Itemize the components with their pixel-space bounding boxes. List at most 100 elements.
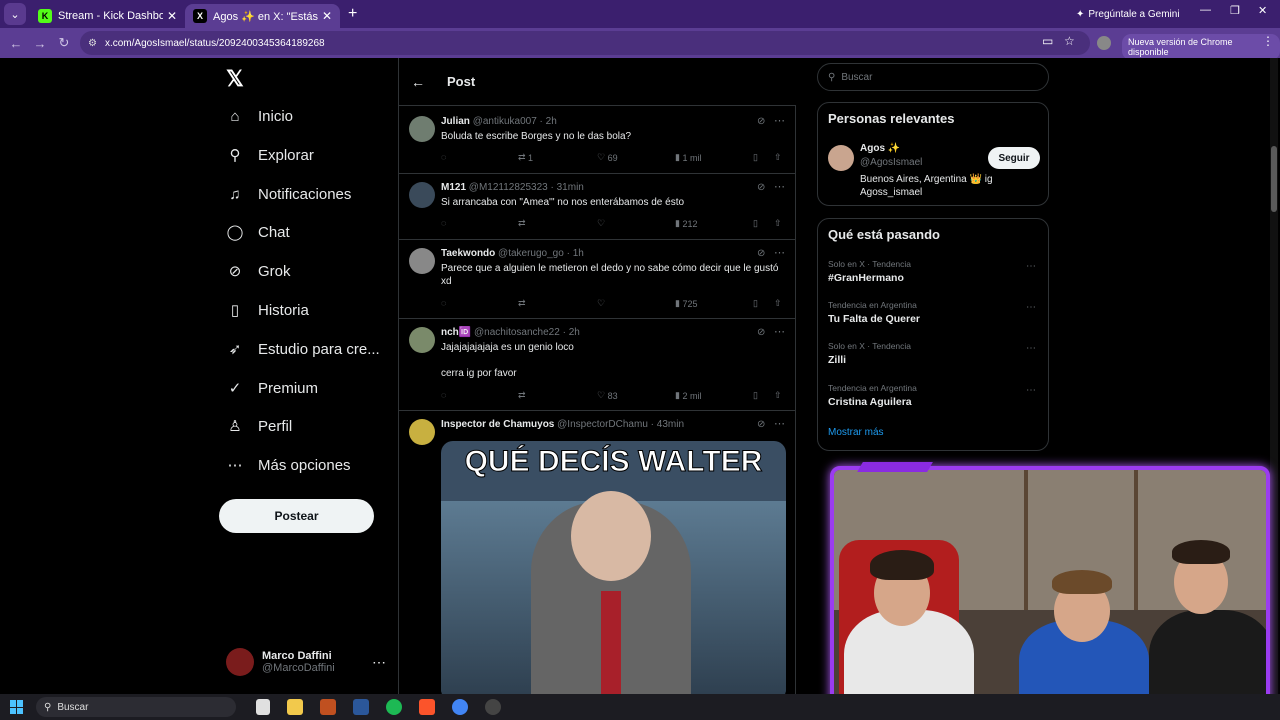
file-explorer-icon[interactable] bbox=[287, 699, 303, 715]
more-icon[interactable]: ⋯ bbox=[774, 417, 785, 430]
like-button[interactable]: ♡ 69 bbox=[597, 152, 618, 163]
taskbar-search[interactable]: ⚲ Buscar bbox=[36, 697, 236, 717]
page-scrollbar[interactable] bbox=[1270, 58, 1278, 694]
nav-item-historia[interactable]: ▯ Historia bbox=[226, 301, 309, 320]
forward-arrow-icon[interactable]: → bbox=[28, 36, 52, 51]
grok-icon[interactable]: ⊘ bbox=[757, 116, 765, 127]
task-view-icon[interactable] bbox=[256, 699, 270, 715]
nav-item-perfil[interactable]: ♙ Perfil bbox=[226, 417, 292, 436]
more-icon[interactable]: ⋯ bbox=[774, 114, 785, 127]
reply-author[interactable]: Taekwondo bbox=[441, 248, 495, 259]
reply-time[interactable]: 43min bbox=[657, 419, 684, 430]
reply-author[interactable]: M121 bbox=[441, 182, 466, 193]
chrome-update-button[interactable]: Nueva versión de Chrome disponible bbox=[1122, 34, 1280, 60]
retweet-button[interactable]: ⇄ bbox=[518, 298, 526, 309]
reply-handle[interactable]: @takerugo_go bbox=[498, 248, 564, 259]
account-switcher[interactable]: Marco Daffini @MarcoDaffini ⋯ bbox=[226, 648, 386, 676]
meme-image[interactable]: QUÉ DECÍS WALTER bbox=[441, 441, 786, 694]
grok-icon[interactable]: ⊘ bbox=[757, 182, 765, 193]
views-button[interactable]: ▮ 2 mil bbox=[675, 390, 701, 401]
reply-time[interactable]: 1h bbox=[573, 248, 584, 259]
back-arrow-icon[interactable]: ← bbox=[4, 36, 28, 51]
reply-item[interactable]: Julian @antikuka007 · 2h ⊘ ⋯ Boluda te e… bbox=[399, 108, 796, 174]
reply-handle[interactable]: @antikuka007 bbox=[473, 116, 537, 127]
search-input[interactable]: ⚲ Buscar bbox=[817, 63, 1049, 91]
views-button[interactable]: ▮ 1 mil bbox=[675, 152, 701, 163]
avatar[interactable] bbox=[409, 116, 435, 142]
trend-item[interactable]: Solo en X · Tendencia Zilli ⋯ bbox=[828, 341, 1043, 366]
reply-item[interactable]: nch🆔 @nachitosanche22 · 2h ⊘ ⋯ Jajajajaj… bbox=[399, 319, 796, 411]
reply-handle[interactable]: @M12112825323 bbox=[469, 182, 548, 193]
scrollbar-thumb[interactable] bbox=[1271, 146, 1277, 212]
relevant-name[interactable]: Agos ✨ bbox=[860, 143, 900, 154]
brave-icon[interactable] bbox=[419, 699, 435, 715]
tab-kick-dashboard[interactable]: K Stream - Kick Dashboard ✕ bbox=[30, 4, 185, 28]
profile-avatar[interactable] bbox=[1097, 36, 1111, 50]
reply-author[interactable]: Julian bbox=[441, 116, 470, 127]
share-icon[interactable]: ⇧ bbox=[774, 390, 782, 401]
site-info-icon[interactable]: ⚙ bbox=[88, 38, 97, 49]
gemini-button[interactable]: ✦ Pregúntale a Gemini bbox=[1068, 4, 1188, 24]
windows-start-icon[interactable] bbox=[10, 700, 24, 714]
nav-item-chat[interactable]: ◯ Chat bbox=[226, 223, 290, 242]
views-button[interactable]: ▮ 212 bbox=[675, 218, 697, 229]
avatar[interactable] bbox=[409, 419, 435, 445]
close-tab-icon[interactable]: ✕ bbox=[167, 9, 177, 23]
avatar[interactable] bbox=[409, 248, 435, 274]
chrome-icon[interactable] bbox=[452, 699, 468, 715]
new-tab-button[interactable]: + bbox=[348, 5, 357, 23]
reply-icon[interactable]: ◌ bbox=[441, 152, 446, 162]
bookmark-icon[interactable]: ▯ bbox=[753, 218, 758, 229]
reply-item[interactable]: M121 @M12112825323 · 31min ⊘ ⋯ Si arranc… bbox=[399, 174, 796, 240]
close-window-icon[interactable]: ✕ bbox=[1258, 4, 1267, 17]
post-button[interactable]: Postear bbox=[219, 499, 374, 533]
bookmark-icon[interactable]: ▯ bbox=[753, 390, 758, 401]
trend-item[interactable]: Solo en X · Tendencia #GranHermano ⋯ bbox=[828, 259, 1043, 284]
bookmark-icon[interactable]: ▯ bbox=[753, 298, 758, 309]
like-button[interactable]: ♡ bbox=[597, 298, 605, 309]
more-icon[interactable]: ⋯ bbox=[1026, 343, 1036, 354]
more-icon[interactable]: ⋯ bbox=[774, 246, 785, 259]
x-logo-icon[interactable]: 𝕏 bbox=[226, 66, 244, 92]
relevant-handle[interactable]: @AgosIsmael bbox=[860, 157, 922, 168]
more-icon[interactable]: ⋯ bbox=[774, 325, 785, 338]
avatar[interactable] bbox=[409, 182, 435, 208]
show-more-link[interactable]: Mostrar más bbox=[828, 427, 884, 438]
spotify-icon[interactable] bbox=[386, 699, 402, 715]
more-icon[interactable]: ⋯ bbox=[1026, 261, 1036, 272]
avatar[interactable] bbox=[828, 145, 854, 171]
reply-time[interactable]: 2h bbox=[569, 327, 580, 338]
like-button[interactable]: ♡ 83 bbox=[597, 390, 618, 401]
reply-item[interactable]: Taekwondo @takerugo_go · 1h ⊘ ⋯ Parece q… bbox=[399, 240, 796, 319]
reply-item[interactable]: Inspector de Chamuyos @InspectorDChamu ·… bbox=[399, 411, 796, 694]
nav-item-explorar[interactable]: ⚲ Explorar bbox=[226, 146, 314, 165]
bookmark-icon[interactable]: ▯ bbox=[753, 152, 758, 163]
nav-item-inicio[interactable]: ⌂ Inicio bbox=[226, 107, 293, 125]
word-icon[interactable] bbox=[353, 699, 369, 715]
address-bar[interactable]: ⚙ x.com/AgosIsmael/status/20924003453641… bbox=[80, 31, 1090, 55]
nav-item-premium[interactable]: ✓ Premium bbox=[226, 379, 318, 398]
more-icon[interactable]: ⋯ bbox=[774, 180, 785, 193]
tab-x-post[interactable]: X Agos ✨ en X: "Estás soltera p ✕ bbox=[185, 4, 340, 28]
reply-icon[interactable]: ◌ bbox=[441, 390, 446, 400]
star-icon[interactable]: ☆ bbox=[1064, 34, 1075, 48]
nav-item-mas-opciones[interactable]: ⋯ Más opciones bbox=[226, 456, 351, 475]
more-icon[interactable]: ⋯ bbox=[372, 654, 386, 671]
nav-item-grok[interactable]: ⊘ Grok bbox=[226, 262, 291, 281]
app-icon[interactable] bbox=[320, 699, 336, 715]
close-tab-icon[interactable]: ✕ bbox=[322, 9, 332, 23]
more-icon[interactable]: ⋯ bbox=[1026, 385, 1036, 396]
share-icon[interactable]: ⇧ bbox=[774, 152, 782, 163]
reply-author[interactable]: Inspector de Chamuyos bbox=[441, 419, 554, 430]
nav-item-notificaciones[interactable]: ♫ Notificaciones bbox=[226, 185, 351, 203]
reply-author[interactable]: nch🆔 bbox=[441, 327, 471, 338]
retweet-button[interactable]: ⇄ bbox=[518, 390, 526, 401]
grok-icon[interactable]: ⊘ bbox=[757, 419, 765, 430]
obs-icon[interactable] bbox=[485, 699, 501, 715]
retweet-button[interactable]: ⇄ 1 bbox=[518, 152, 533, 163]
reply-time[interactable]: 2h bbox=[546, 116, 557, 127]
share-icon[interactable]: ⇧ bbox=[774, 218, 782, 229]
share-icon[interactable]: ⇧ bbox=[774, 298, 782, 309]
trend-item[interactable]: Tendencia en Argentina Cristina Aguilera… bbox=[828, 383, 1043, 408]
reply-icon[interactable]: ◌ bbox=[441, 218, 446, 228]
